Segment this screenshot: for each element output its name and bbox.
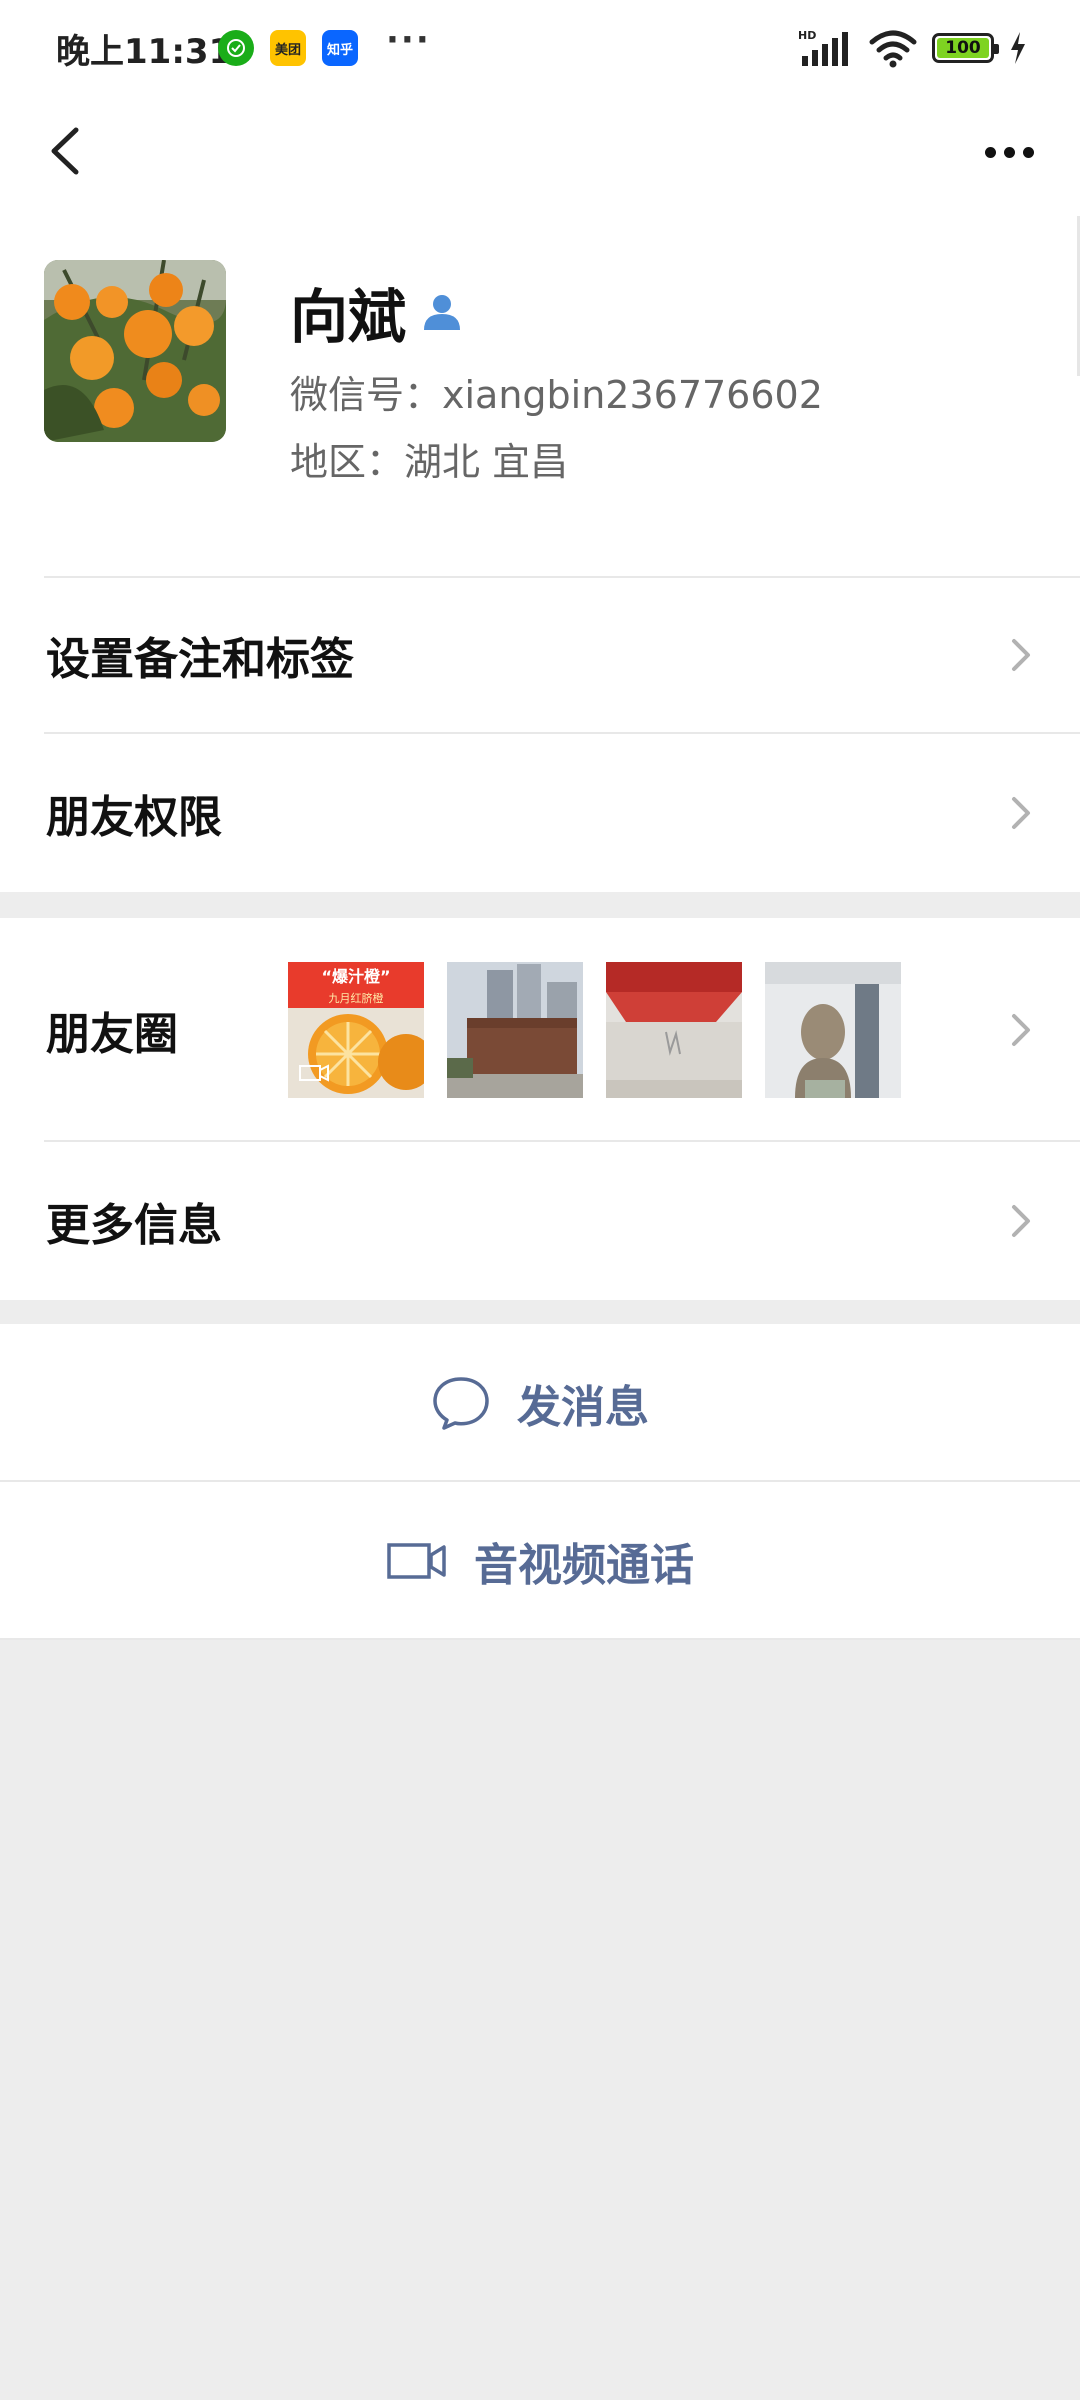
moments-thumb-statue[interactable]: [765, 962, 901, 1098]
top-nav: [0, 96, 1080, 206]
status-app-icon-green: [218, 30, 254, 66]
wechat-id: 微信号：xiangbin236776602: [290, 373, 823, 417]
svg-text:HD: HD: [798, 29, 816, 42]
status-right-icons: HD 100: [798, 28, 1028, 68]
chevron-right-icon: [1012, 1205, 1030, 1237]
chevron-right-icon: [1012, 1014, 1030, 1046]
battery-icon: 100: [932, 33, 999, 63]
moments-thumb-orange[interactable]: “爆汁橙” 九月红脐橙: [288, 962, 424, 1098]
wifi-icon: [869, 30, 917, 68]
moments-label: 朋友圈: [46, 1009, 178, 1060]
avatar[interactable]: [44, 260, 226, 442]
remark-tags-label: 设置备注和标签: [46, 634, 354, 685]
zhihu-icon: 知乎: [322, 30, 358, 66]
status-more-icon: ···: [386, 20, 431, 60]
more-options-icon[interactable]: [974, 124, 1044, 180]
svg-text:“爆汁橙”: “爆汁橙”: [321, 967, 390, 986]
meituan-icon: 美团: [270, 30, 306, 66]
status-time: 晚上11:31: [56, 32, 233, 72]
video-call-button[interactable]: 音视频通话: [0, 1482, 1080, 1640]
profile-header: 向斌 微信号：xiangbin236776602 地区：湖北 宜昌: [0, 206, 1080, 576]
settings-section: 设置备注和标签 朋友权限: [0, 576, 1080, 892]
contact-name: 向斌: [290, 283, 407, 351]
svg-text:九月红脐橙: 九月红脐橙: [329, 991, 384, 1005]
back-icon[interactable]: [30, 116, 100, 186]
battery-level: 100: [937, 38, 989, 58]
chevron-right-icon: [1012, 639, 1030, 671]
moments-section: 朋友圈 “爆汁橙” 九月红脐橙 更多信息: [0, 918, 1080, 1300]
remark-tags-cell[interactable]: 设置备注和标签: [0, 576, 1080, 734]
chat-bubble-icon: [433, 1377, 489, 1430]
moments-thumb-building[interactable]: [447, 962, 583, 1098]
send-message-label: 发消息: [517, 1382, 649, 1433]
status-bar: 晚上11:31 美团 知乎 ··· HD 100: [0, 0, 1080, 96]
more-info-label: 更多信息: [46, 1200, 222, 1251]
signal-icon: HD: [798, 29, 848, 66]
friend-permissions-label: 朋友权限: [46, 792, 222, 843]
friend-permissions-cell[interactable]: 朋友权限: [0, 734, 1080, 892]
chevron-right-icon: [1012, 797, 1030, 829]
moments-thumbnails: “爆汁橙” 九月红脐橙: [288, 962, 901, 1098]
send-message-button[interactable]: 发消息: [0, 1324, 1080, 1482]
video-camera-icon: [387, 1543, 446, 1579]
person-icon: [424, 295, 461, 330]
region: 地区：湖北 宜昌: [290, 440, 569, 484]
video-call-label: 音视频通话: [474, 1540, 694, 1591]
moments-thumb-hall[interactable]: [606, 962, 742, 1098]
moments-cell[interactable]: 朋友圈 “爆汁橙” 九月红脐橙: [0, 918, 1080, 1142]
name-row: 向斌: [290, 270, 464, 354]
charging-icon: [1011, 32, 1025, 64]
more-info-cell[interactable]: 更多信息: [0, 1142, 1080, 1300]
